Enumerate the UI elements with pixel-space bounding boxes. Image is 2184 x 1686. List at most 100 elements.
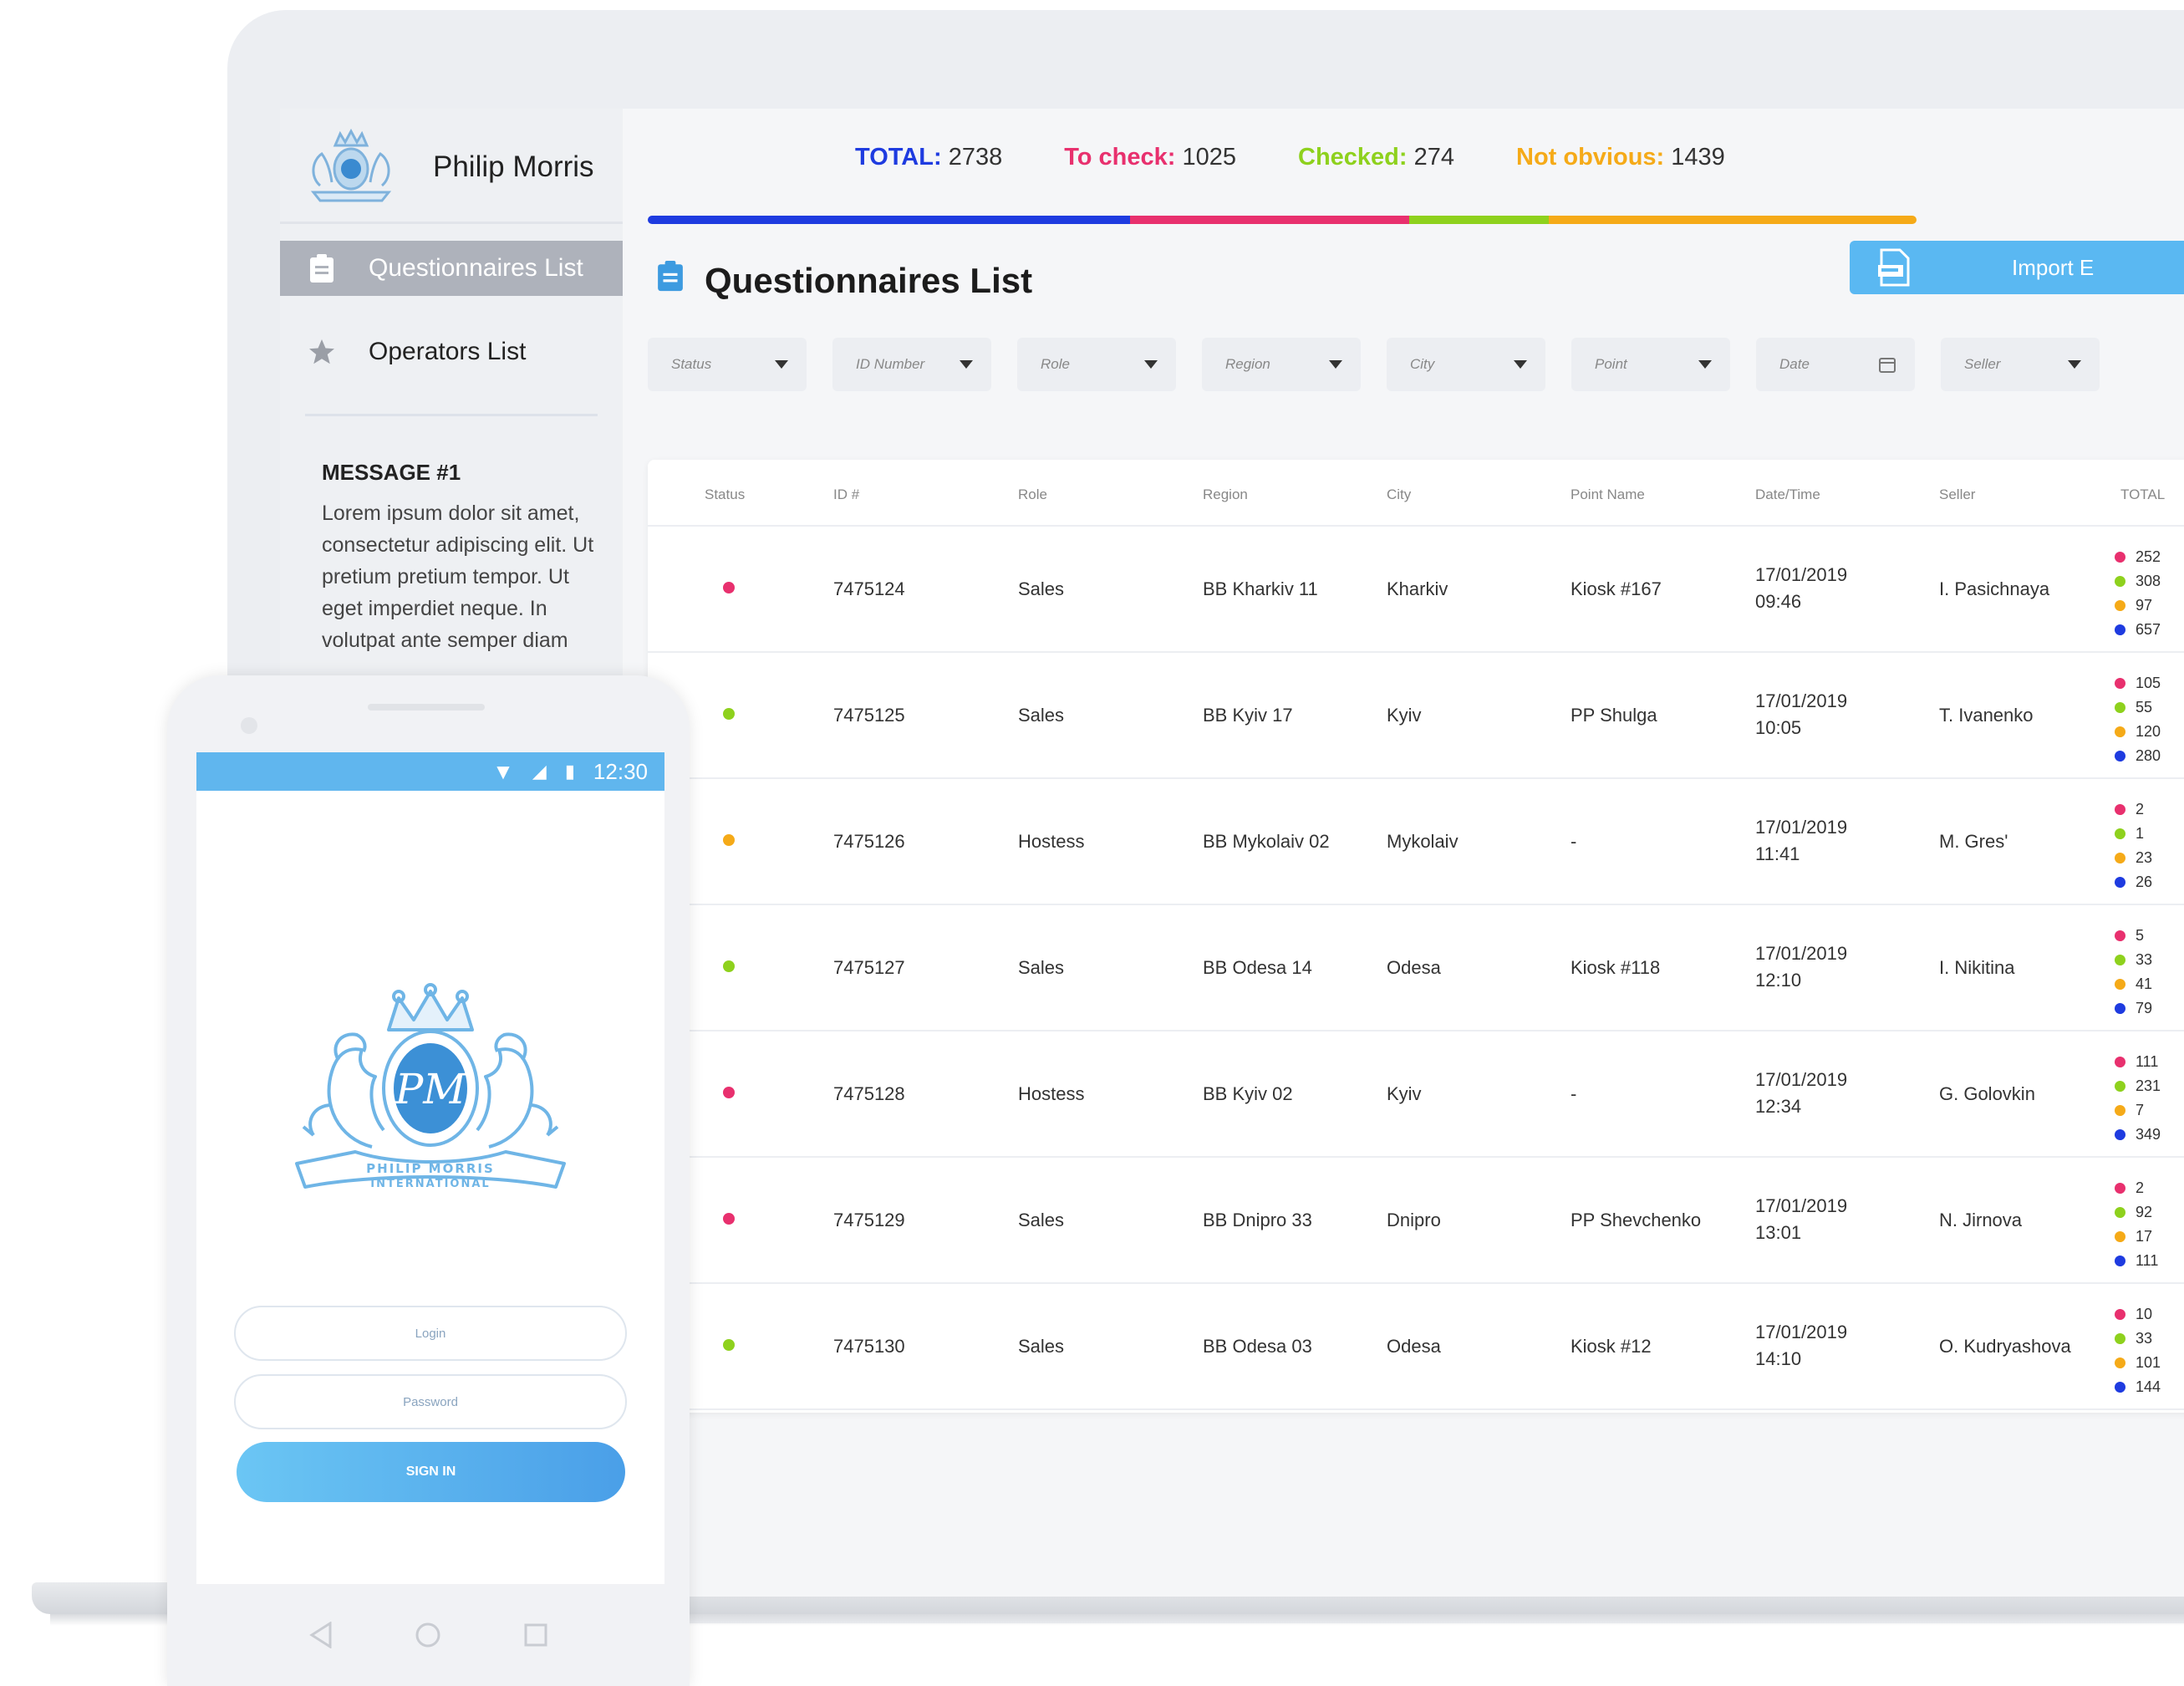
- brand-header: Philip Morris: [280, 109, 623, 224]
- column-header[interactable]: Role: [1018, 486, 1047, 503]
- caret-down-icon: [1514, 360, 1527, 369]
- cell-city: Odesa: [1387, 957, 1441, 978]
- total-dot-icon: [2115, 853, 2125, 863]
- caret-down-icon: [1329, 360, 1342, 369]
- pm-logo-icon: [310, 128, 392, 202]
- filter-seller[interactable]: Seller: [1941, 338, 2100, 391]
- total-dot-icon: [2115, 1057, 2125, 1067]
- table-row[interactable]: 7475124 Sales BB Kharkiv 11 Kharkiv Kiosk #1…: [648, 527, 2184, 653]
- battery-icon: ▮: [564, 761, 575, 782]
- sign-in-button[interactable]: SIGN IN: [237, 1442, 625, 1502]
- filter-status[interactable]: Status: [648, 338, 807, 391]
- total-item: 17: [2115, 1225, 2158, 1249]
- total-item: 2: [2115, 797, 2152, 822]
- total-value: 101: [2136, 1354, 2161, 1371]
- cell-point: Kiosk #167: [1571, 578, 1662, 599]
- column-header[interactable]: Status: [705, 486, 745, 503]
- cell-id: 7475128: [833, 1083, 905, 1104]
- total-item: 105: [2115, 671, 2161, 695]
- column-header[interactable]: Point Name: [1571, 486, 1645, 503]
- sidebar-item-operators[interactable]: Operators List: [280, 324, 623, 379]
- filter-label: Point: [1595, 356, 1627, 372]
- cell-id: 7475125: [833, 705, 905, 726]
- filter-point[interactable]: Point: [1571, 338, 1730, 391]
- sidebar-item-questionnaires[interactable]: Questionnaires List: [280, 241, 623, 296]
- recents-icon[interactable]: [523, 1622, 548, 1648]
- total-dot-icon: [2115, 1357, 2125, 1368]
- table-row[interactable]: 7475126 Hostess BB Mykolaiv 02 Mykolaiv - 17/…: [648, 779, 2184, 905]
- phone-status-bar: ▼ ◢ ▮ 12:30: [196, 752, 664, 791]
- cell-date: 17/01/2019: [1755, 943, 1848, 964]
- total-item: 92: [2115, 1200, 2158, 1225]
- total-dot-icon: [2115, 979, 2125, 990]
- cell-role: Hostess: [1018, 831, 1085, 852]
- total-dot-icon: [2115, 1183, 2125, 1194]
- login-field[interactable]: Login: [234, 1306, 627, 1361]
- filter-date[interactable]: Date: [1756, 338, 1915, 391]
- mobile-login-screen: ▼ ◢ ▮ 12:30 PM PHILIP MORRIS INTERNATION…: [196, 752, 664, 1584]
- table-row[interactable]: 7475130 Sales BB Odesa 03 Odesa Kiosk #12 17/…: [648, 1284, 2184, 1410]
- pm-crest-logo-icon: PM PHILIP MORRIS INTERNATIONAL: [295, 983, 566, 1190]
- password-field[interactable]: Password: [234, 1374, 627, 1429]
- column-header[interactable]: Date/Time: [1755, 486, 1820, 503]
- cell-city: Kyiv: [1387, 1083, 1422, 1104]
- filter-id-number[interactable]: ID Number: [832, 338, 991, 391]
- total-value: 41: [2136, 975, 2153, 992]
- total-dot-icon: [2115, 751, 2125, 762]
- total-item: 33: [2115, 1327, 2161, 1351]
- total-value: 111: [2136, 1252, 2159, 1269]
- cell-totals: 105 55 120 280: [2115, 671, 2161, 768]
- table-row[interactable]: 7475125 Sales BB Kyiv 17 Kyiv PP Shulga 17/01…: [648, 653, 2184, 779]
- filter-label: City: [1410, 356, 1435, 372]
- total-item: 97: [2115, 593, 2161, 618]
- cell-city: Odesa: [1387, 1336, 1441, 1357]
- total-dot-icon: [2115, 1207, 2125, 1218]
- total-value: 17: [2136, 1228, 2153, 1245]
- stat-label: To check:: [1064, 144, 1176, 171]
- cell-time: 12:10: [1755, 970, 1802, 991]
- filter-region[interactable]: Region: [1202, 338, 1361, 391]
- total-item: 5: [2115, 924, 2152, 948]
- cell-time: 09:46: [1755, 591, 1802, 612]
- total-value: 5: [2136, 927, 2145, 944]
- stat-label: Checked:: [1298, 144, 1408, 171]
- brand-name: Philip Morris: [433, 150, 594, 183]
- star-icon: [305, 335, 339, 369]
- filter-city[interactable]: City: [1387, 338, 1545, 391]
- home-icon[interactable]: [415, 1622, 441, 1648]
- cell-totals: 111 231 7 349: [2115, 1050, 2161, 1147]
- column-header[interactable]: Region: [1203, 486, 1248, 503]
- total-item: 23: [2115, 846, 2152, 870]
- cell-datetime: 17/01/2019 13:01: [1755, 1193, 1847, 1246]
- cell-datetime: 17/01/2019 10:05: [1755, 688, 1847, 741]
- cell-totals: 5 33 41 79: [2115, 924, 2152, 1021]
- filter-label: Seller: [1964, 356, 2001, 372]
- total-value: 2: [2136, 1179, 2145, 1196]
- column-header[interactable]: TOTAL: [2120, 486, 2165, 503]
- cell-datetime: 17/01/2019 14:10: [1755, 1319, 1847, 1373]
- wifi-icon: ▼: [492, 758, 514, 784]
- cell-datetime: 17/01/2019 09:46: [1755, 562, 1847, 615]
- cell-totals: 252 308 97 657: [2115, 545, 2161, 642]
- status-dot-icon: [723, 1087, 735, 1098]
- back-icon[interactable]: [308, 1622, 333, 1648]
- column-header[interactable]: ID #: [833, 486, 859, 503]
- total-value: 92: [2136, 1204, 2153, 1220]
- cell-date: 17/01/2019: [1755, 690, 1848, 711]
- stat-value: 1025: [1182, 144, 1236, 171]
- filter-role[interactable]: Role: [1017, 338, 1176, 391]
- cell-point: PP Shevchenko: [1571, 1210, 1702, 1230]
- import-button[interactable]: Import E: [1850, 241, 2184, 294]
- stat-value: 1439: [1671, 144, 1725, 171]
- table-row[interactable]: 7475128 Hostess BB Kyiv 02 Kyiv -17/01/2019 1…: [648, 1031, 2184, 1158]
- column-header[interactable]: Seller: [1939, 486, 1975, 503]
- sidebar-message: MESSAGE #1 Lorem ipsum dolor sit amet, c…: [322, 460, 598, 656]
- table-row[interactable]: 7475129 Sales BB Dnipro 33 Dnipro PP Shevche…: [648, 1158, 2184, 1284]
- total-item: 308: [2115, 569, 2161, 593]
- total-item: 10: [2115, 1302, 2161, 1327]
- cell-role: Sales: [1018, 705, 1065, 726]
- sidebar-item-label: Questionnaires List: [369, 254, 583, 282]
- column-header[interactable]: City: [1387, 486, 1411, 503]
- table-row[interactable]: 7475127 Sales BB Odesa 14 Odesa Kiosk #118 17…: [648, 905, 2184, 1031]
- total-value: 252: [2136, 548, 2161, 565]
